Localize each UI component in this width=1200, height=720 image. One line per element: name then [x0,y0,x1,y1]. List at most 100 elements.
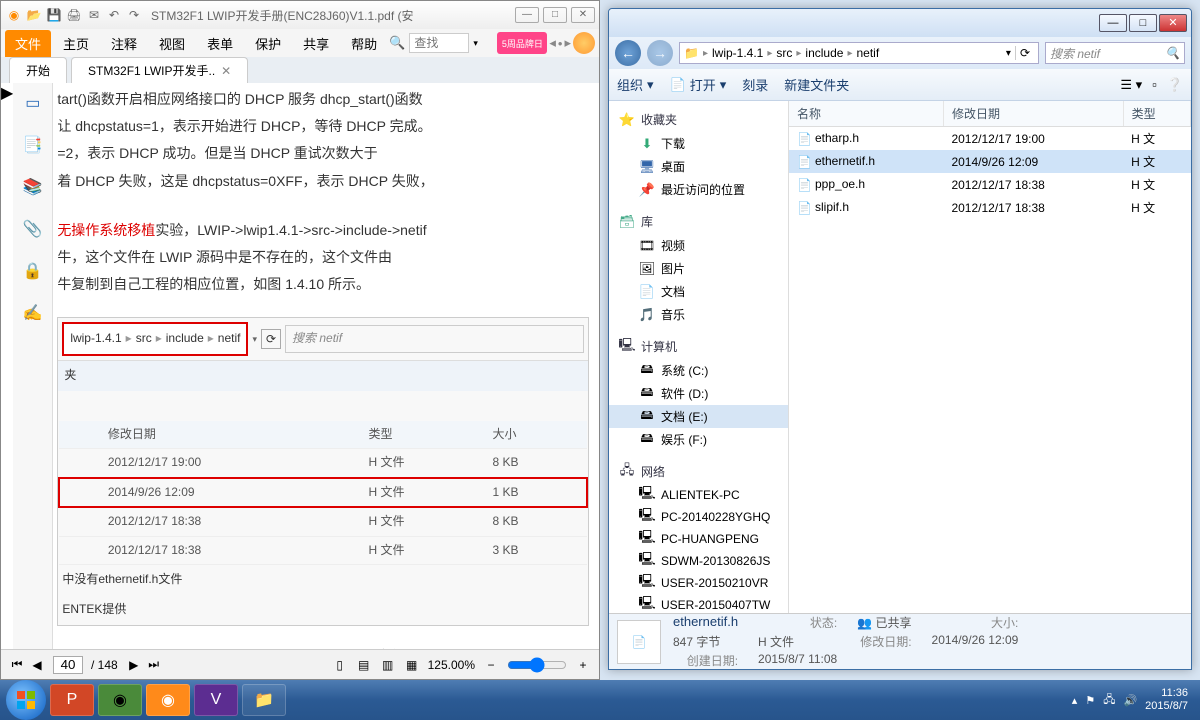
col-date[interactable]: 修改日期 [943,101,1123,127]
preview-pane-icon[interactable]: ▫ [1152,77,1157,92]
minimize-button[interactable]: — [1099,14,1127,32]
tree-libraries[interactable]: 🗃库 [609,209,788,234]
tree-item-netpc[interactable]: 🖳ALIENTEK-PC [609,484,788,506]
menu-file[interactable]: 文件 [5,30,51,57]
expand-arrow-icon[interactable]: ▶ [1,83,13,649]
tree-item-drive-d[interactable]: 🖴软件 (D:) [609,382,788,405]
pdf-search-input[interactable] [409,33,469,53]
tree-item-drive-e[interactable]: 🖴文档 (E:) [609,405,788,428]
tree-item-netpc[interactable]: 🖳USER-20150407TW [609,594,788,613]
close-button[interactable]: ✕ [1159,14,1187,32]
tree-computer[interactable]: 🖳计算机 [609,334,788,359]
redo-icon[interactable]: ↷ [125,6,143,24]
tree-item-pictures[interactable]: 🖼图片 [609,257,788,280]
bookmark-icon[interactable]: 📚 [21,175,45,199]
menu-share[interactable]: 共享 [293,30,339,57]
minimize-button[interactable]: — [515,7,539,23]
attachment-icon[interactable]: 📎 [21,217,45,241]
col-type[interactable]: 类型 [1123,101,1190,127]
tree-item-netpc[interactable]: 🖳PC-20140228YGHQ [609,506,788,528]
maximize-button[interactable]: □ [1129,14,1157,32]
menu-form[interactable]: 表单 [197,30,243,57]
next-page-button[interactable]: ▶ [126,657,142,673]
tab-start[interactable]: 开始 [9,57,67,83]
maximize-button[interactable]: □ [543,7,567,23]
close-icon[interactable]: ✕ [221,64,231,78]
file-row[interactable]: 📄slipif.h2012/12/17 18:38H 文 [789,196,1191,219]
file-row[interactable]: 📄ethernetif.h2014/9/26 12:09H 文 [789,150,1191,173]
tree-item-music[interactable]: 🎵音乐 [609,303,788,326]
signature-icon[interactable]: ✍ [21,301,45,325]
explorer-titlebar[interactable]: — □ ✕ [609,9,1191,37]
continuous-page-icon[interactable]: ▤ [356,657,372,673]
chevron-down-icon[interactable]: ▾ [1006,48,1011,59]
breadcrumb[interactable]: 📁▸ lwip-1.4.1▸ src▸ include▸ netif ▾ ⟳ [679,42,1039,64]
explorer-search-input[interactable]: 搜索 netif 🔍 [1045,42,1185,64]
zoom-out-button[interactable]: − [483,657,499,673]
save-icon[interactable]: 💾 [45,6,63,24]
hand-tool-icon[interactable]: 📑 [21,133,45,157]
select-tool-icon[interactable]: ▭ [21,91,45,115]
tree-item-recent[interactable]: 📌最近访问的位置 [609,178,788,201]
tree-item-netpc[interactable]: 🖳SDWM-20130826JS [609,550,788,572]
refresh-icon[interactable]: ⟳ [1015,46,1034,60]
promo-badge[interactable]: 5周品牌日 [497,32,547,54]
tray-flag-icon[interactable]: ⚑ [1085,694,1095,707]
menu-view[interactable]: 视图 [149,30,195,57]
facing-cont-icon[interactable]: ▦ [404,657,420,673]
burn-button[interactable]: 刻录 [742,75,768,94]
mail-icon[interactable]: ✉ [85,6,103,24]
tree-network[interactable]: 🖧网络 [609,459,788,484]
nav-left-icon[interactable]: ◂ [549,35,556,51]
menu-help[interactable]: 帮助 [341,30,387,57]
first-page-button[interactable]: ⏮ [9,657,25,673]
facing-page-icon[interactable]: ▥ [380,657,396,673]
single-page-icon[interactable]: ▯ [332,657,348,673]
zoom-in-button[interactable]: + [575,657,591,673]
nav-right-icon[interactable]: ▸ [564,35,571,51]
tree-item-desktop[interactable]: 🖥桌面 [609,155,788,178]
tree-item-documents[interactable]: 📄文档 [609,280,788,303]
help-icon[interactable]: ❔ [1167,77,1183,93]
search-dropdown-icon[interactable]: ▾ [473,38,478,49]
menu-annotate[interactable]: 注释 [101,30,147,57]
page-number-input[interactable] [53,656,83,674]
lock-icon[interactable]: 🔒 [21,259,45,283]
new-folder-button[interactable]: 新建文件夹 [784,75,849,94]
tree-item-videos[interactable]: 🎞视频 [609,234,788,257]
tree-item-netpc[interactable]: 🖳PC-HUANGPENG [609,528,788,550]
tray-up-icon[interactable]: ▴ [1072,694,1078,707]
tree-item-downloads[interactable]: ⬇下载 [609,132,788,155]
menu-home[interactable]: 主页 [53,30,99,57]
mascot-icon[interactable] [573,32,595,54]
taskbar-vs[interactable]: V [194,684,238,716]
taskbar-powerpoint[interactable]: P [50,684,94,716]
prev-page-button[interactable]: ◀ [29,657,45,673]
taskbar-app1[interactable]: ◉ [98,684,142,716]
tray-volume-icon[interactable]: 🔊 [1123,694,1137,707]
forward-button[interactable]: → [647,40,673,66]
undo-icon[interactable]: ↶ [105,6,123,24]
tab-document[interactable]: STM32F1 LWIP开发手..✕ [71,57,248,83]
tree-item-netpc[interactable]: 🖳USER-20150210VR [609,572,788,594]
tree-item-drive-f[interactable]: 🖴娱乐 (F:) [609,428,788,451]
start-button[interactable] [6,680,46,720]
menu-protect[interactable]: 保护 [245,30,291,57]
file-row[interactable]: 📄ppp_oe.h2012/12/17 18:38H 文 [789,173,1191,196]
last-page-button[interactable]: ⏭ [146,657,162,673]
col-name[interactable]: 名称 [789,101,943,127]
taskbar-explorer[interactable]: 📁 [242,684,286,716]
zoom-slider[interactable] [507,657,567,673]
close-button[interactable]: ✕ [571,7,595,23]
open-icon[interactable]: 📂 [25,6,43,24]
taskbar-foxit[interactable]: ◉ [146,684,190,716]
organize-button[interactable]: 组织 ▾ [617,75,654,94]
tree-favorites[interactable]: ⭐收藏夹 [609,107,788,132]
tray-network-icon[interactable]: 🖧 [1103,691,1115,710]
back-button[interactable]: ← [615,40,641,66]
taskbar-clock[interactable]: 11:36 2015/8/7 [1145,687,1188,713]
view-mode-icon[interactable]: ☰ ▾ [1120,77,1142,93]
tree-item-drive-c[interactable]: 🖴系统 (C:) [609,359,788,382]
bullet-icon[interactable]: • [558,36,563,51]
open-button[interactable]: 📄打开 ▾ [670,75,727,94]
